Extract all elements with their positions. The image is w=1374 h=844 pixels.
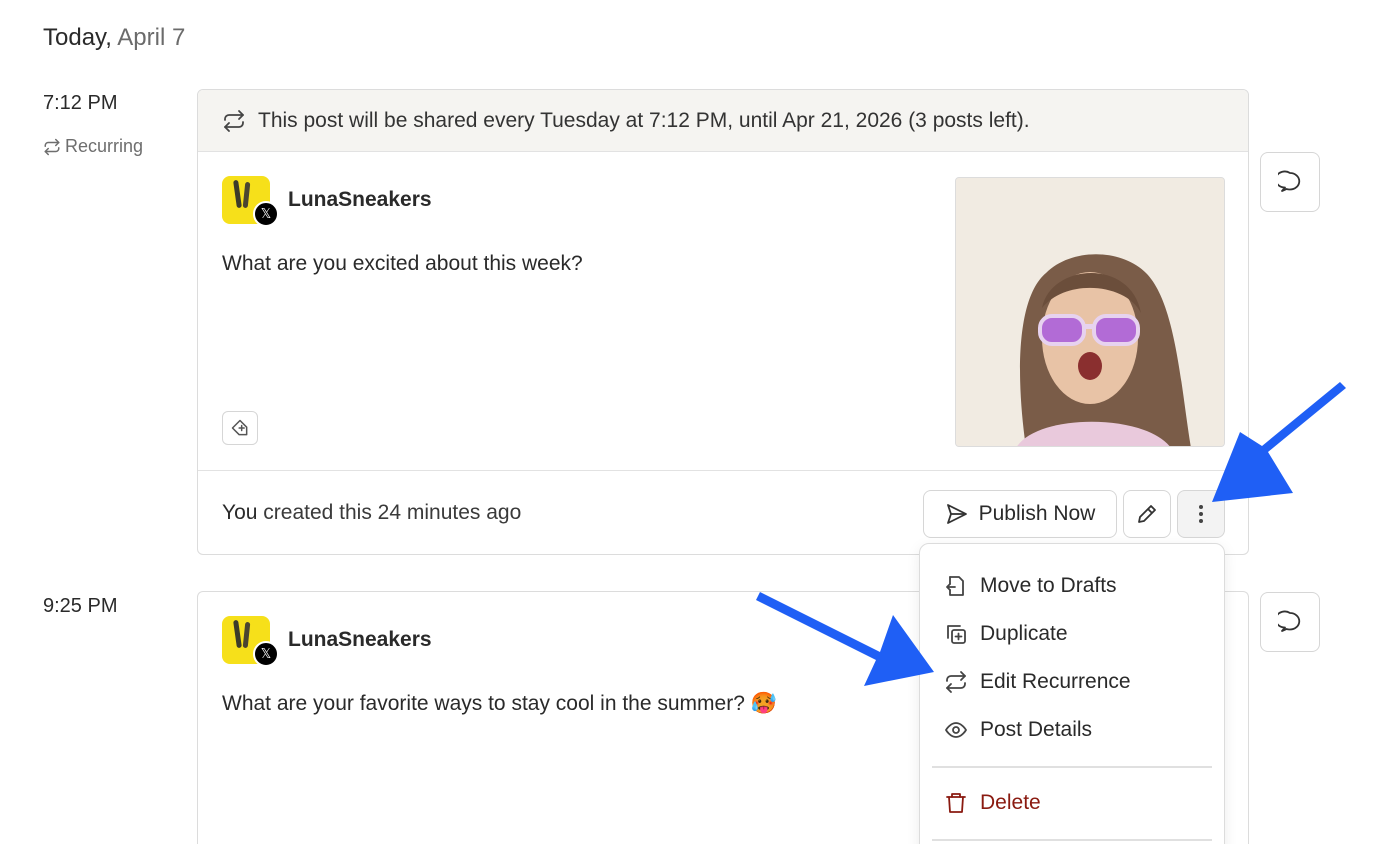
recurring-indicator: Recurring (43, 136, 143, 157)
menu-item-post-details[interactable]: Post Details (944, 718, 1092, 742)
comment-button[interactable] (1260, 152, 1320, 212)
account-name: LunaSneakers (288, 628, 432, 651)
account-header: 𝕏 LunaSneakers (222, 176, 432, 227)
x-logo-icon: 𝕏 (253, 641, 279, 667)
menu-item-label: Move to Drafts (980, 574, 1117, 597)
account-header: 𝕏 LunaSneakers (222, 616, 432, 667)
day-label: Today, (43, 24, 112, 51)
post-footer: You created this 24 minutes ago Publish … (198, 470, 1248, 554)
comment-icon (1278, 610, 1301, 632)
menu-item-edit-recurrence[interactable]: Edit Recurrence (944, 670, 1131, 694)
send-icon (946, 504, 967, 524)
day-date: April 7 (117, 24, 186, 51)
menu-divider (932, 766, 1212, 768)
comment-icon (1278, 170, 1301, 192)
recurrence-banner: This post will be shared every Tuesday a… (198, 90, 1248, 152)
post-card[interactable]: This post will be shared every Tuesday a… (197, 89, 1249, 555)
eye-icon (945, 722, 967, 738)
menu-item-label: Delete (980, 791, 1041, 814)
created-time: created this 24 minutes ago (257, 501, 522, 524)
post-text: What are you excited about this week? (222, 252, 583, 275)
recurrence-icon (44, 138, 60, 155)
menu-divider (932, 839, 1212, 841)
comment-button[interactable] (1260, 592, 1320, 652)
recurrence-icon (224, 109, 244, 132)
recurring-label: Recurring (65, 136, 144, 156)
post-time: 7:12 PM (43, 92, 118, 114)
x-logo-icon: 𝕏 (253, 201, 279, 227)
banner-text: This post will be shared every Tuesday a… (258, 108, 1030, 132)
avatar: 𝕏 (222, 616, 279, 667)
girl-photo (956, 178, 1224, 446)
menu-item-delete[interactable]: Delete (944, 791, 1041, 815)
move-to-drafts-icon (946, 576, 964, 596)
menu-item-label: Post Details (980, 718, 1093, 741)
more-options-menu: Move to Drafts Duplicate Edit Recurrence… (919, 543, 1225, 844)
menu-item-move-to-drafts[interactable]: Move to Drafts (944, 574, 1117, 598)
tag-plus-icon (231, 419, 248, 436)
add-tag-button[interactable] (222, 411, 258, 445)
post-image[interactable] (955, 177, 1225, 447)
created-by: You (222, 501, 258, 524)
pencil-icon (1138, 505, 1156, 523)
more-options-button[interactable] (1177, 490, 1225, 538)
created-info: You created this 24 minutes ago (222, 501, 521, 525)
duplicate-icon (947, 625, 966, 644)
publish-now-button[interactable]: Publish Now (923, 490, 1117, 538)
publish-now-label: Publish Now (978, 502, 1096, 525)
account-name: LunaSneakers (288, 188, 432, 211)
menu-item-duplicate[interactable]: Duplicate (944, 622, 1068, 646)
vertical-dots-icon (1199, 505, 1203, 523)
menu-item-label: Edit Recurrence (980, 670, 1131, 693)
edit-button[interactable] (1123, 490, 1171, 538)
recurrence-icon (946, 671, 966, 693)
menu-item-label: Duplicate (980, 622, 1068, 645)
trash-icon (946, 793, 966, 813)
avatar: 𝕏 (222, 176, 279, 227)
post-time: 9:25 PM (43, 595, 118, 617)
post-text: What are your favorite ways to stay cool… (222, 692, 777, 715)
day-heading: Today, April 7 (43, 24, 185, 52)
